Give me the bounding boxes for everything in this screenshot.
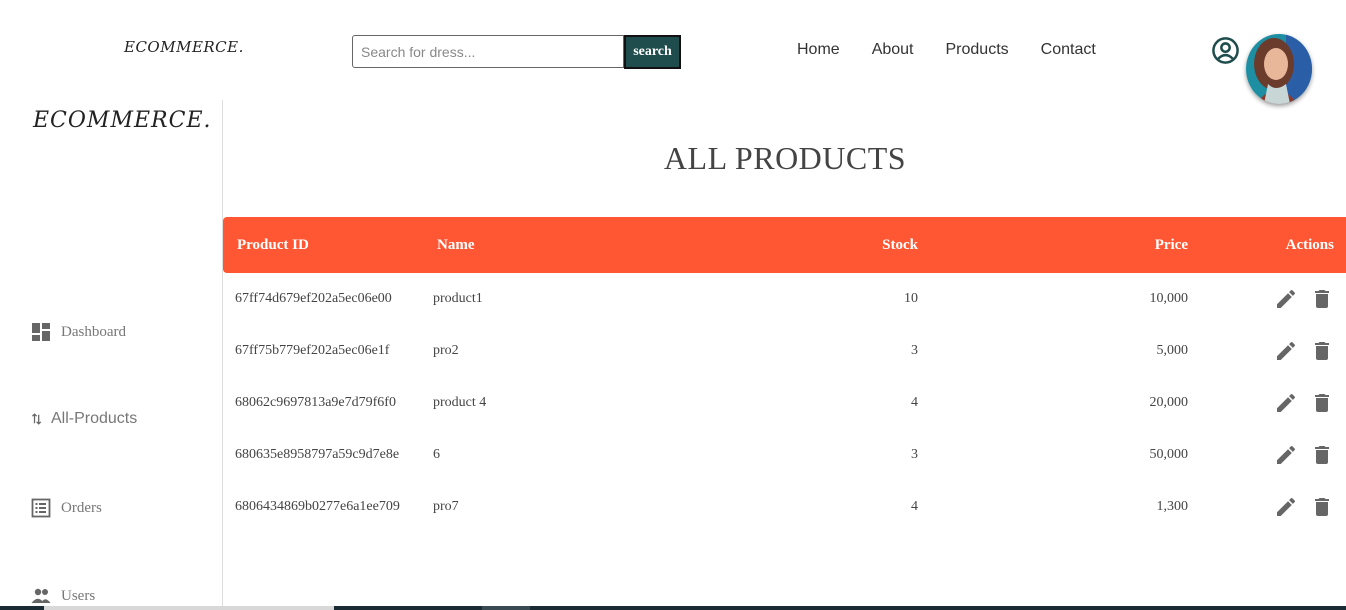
cell-price: 1,300 (1156, 499, 1189, 514)
sidebar-item-users[interactable]: Users (31, 586, 95, 606)
products-table: Product ID Name Stock Price Actions 67ff… (223, 217, 1346, 533)
cell-name: pro2 (433, 343, 459, 358)
top-nav: Home About Products Contact (797, 41, 1128, 59)
brand-logo[interactable]: ECOMMERCE. (124, 38, 244, 56)
cell-name: product 4 (433, 395, 487, 410)
cell-name: product1 (433, 291, 483, 306)
delete-icon[interactable] (1310, 287, 1334, 311)
nav-products[interactable]: Products (946, 41, 1009, 59)
list-icon (31, 498, 51, 518)
sidebar-item-label: Users (61, 587, 96, 604)
cell-actions (1188, 443, 1346, 467)
sidebar (0, 100, 223, 610)
sidebar-item-orders[interactable]: Orders (31, 498, 102, 518)
column-header-product-id: Product ID (237, 236, 309, 253)
cell-price: 5,000 (1156, 343, 1189, 358)
nav-about[interactable]: About (872, 41, 914, 59)
nav-contact[interactable]: Contact (1041, 41, 1096, 59)
sidebar-item-label: Orders (61, 499, 102, 516)
avatar[interactable] (1246, 34, 1312, 104)
cell-actions (1188, 391, 1346, 415)
sidebar-item-dashboard[interactable]: Dashboard (31, 322, 126, 342)
edit-icon[interactable] (1274, 495, 1298, 519)
edit-icon[interactable] (1274, 287, 1298, 311)
table-row: 68062c9697813a9e7d79f6f0 product 4 4 20,… (223, 377, 1346, 429)
cell-stock: 4 (911, 499, 918, 514)
table-row: 6806434869b0277e6a1ee709 pro7 4 1,300 (223, 481, 1346, 533)
cell-product-id: 67ff75b779ef202a5ec06e1f (235, 343, 390, 358)
cell-actions (1188, 287, 1346, 311)
scrollbar-track-segment (44, 606, 334, 610)
table-row: 680635e8958797a59c9d7e8e 6 3 50,000 (223, 429, 1346, 481)
column-header-name: Name (437, 236, 475, 253)
cell-name: 6 (433, 447, 440, 462)
cell-name: pro7 (433, 499, 459, 514)
table-row: 67ff75b779ef202a5ec06e1f pro2 3 5,000 (223, 325, 1346, 377)
sidebar-item-all-products[interactable]: All-Products (31, 409, 137, 429)
column-header-stock: Stock (882, 236, 918, 253)
cell-stock: 3 (911, 343, 918, 358)
edit-icon[interactable] (1274, 339, 1298, 363)
sidebar-item-label: Dashboard (61, 323, 126, 340)
cell-price: 50,000 (1149, 447, 1189, 462)
table-row: 67ff74d679ef202a5ec06e00 product1 10 10,… (223, 273, 1346, 325)
delete-icon[interactable] (1310, 391, 1334, 415)
cell-actions (1188, 339, 1346, 363)
dashboard-icon (32, 323, 50, 341)
cell-stock: 10 (904, 291, 918, 306)
delete-icon[interactable] (1310, 443, 1334, 467)
scrollbar-thumb[interactable] (482, 606, 530, 610)
sidebar-logo[interactable]: ECOMMERCE. (33, 108, 212, 133)
nav-home[interactable]: Home (797, 41, 840, 59)
cell-product-id: 6806434869b0277e6a1ee709 (235, 499, 400, 514)
search-input[interactable] (352, 35, 624, 68)
column-header-price: Price (1154, 236, 1188, 253)
search-button[interactable]: search (624, 35, 681, 69)
cell-product-id: 67ff74d679ef202a5ec06e00 (235, 291, 392, 306)
swap-vertical-icon (31, 413, 42, 425)
cell-product-id: 680635e8958797a59c9d7e8e (235, 447, 400, 462)
cell-stock: 3 (911, 447, 918, 462)
edit-icon[interactable] (1274, 391, 1298, 415)
horizontal-scrollbar[interactable] (0, 606, 1346, 610)
people-icon (31, 588, 51, 603)
table-header: Product ID Name Stock Price Actions (223, 217, 1346, 273)
cell-product-id: 68062c9697813a9e7d79f6f0 (235, 395, 396, 410)
page-title: ALL PRODUCTS (663, 140, 907, 176)
sidebar-item-label: All-Products (51, 410, 138, 427)
cell-actions (1188, 495, 1346, 519)
cell-price: 10,000 (1149, 291, 1189, 306)
cell-stock: 4 (911, 395, 918, 410)
cell-price: 20,000 (1149, 395, 1189, 410)
edit-icon[interactable] (1274, 443, 1298, 467)
delete-icon[interactable] (1310, 495, 1334, 519)
column-header-actions: Actions (1285, 236, 1334, 253)
user-account-icon[interactable] (1211, 36, 1240, 65)
search-bar: search (352, 35, 681, 69)
delete-icon[interactable] (1310, 339, 1334, 363)
